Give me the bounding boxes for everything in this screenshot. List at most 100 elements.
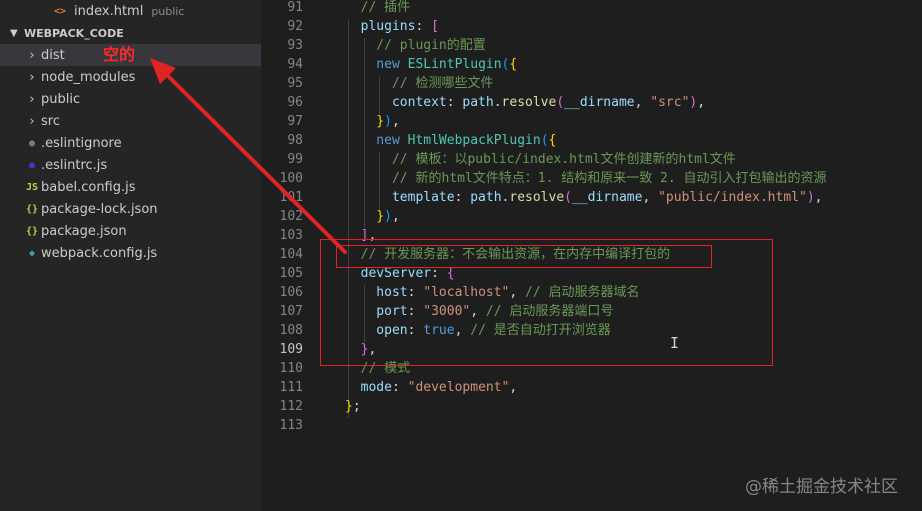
workspace-section-header[interactable]: ▼ WEBPACK_CODE — [0, 23, 261, 43]
folder-item[interactable]: › src — [0, 110, 261, 132]
code-line[interactable]: 94 new ESLintPlugin({ — [261, 55, 922, 74]
code-token: ) — [384, 209, 392, 224]
webpack-icon: ◆ — [28, 247, 36, 259]
code-token: // plugin的配置 — [345, 38, 486, 53]
line-number: 107 — [279, 304, 303, 319]
code-token: : — [454, 190, 471, 205]
js-file-icon: JS — [25, 181, 39, 193]
file-item[interactable]: ● .eslintrc.js — [0, 154, 261, 176]
code-token: , — [634, 95, 651, 110]
code-token: ( — [540, 133, 549, 148]
code-text: // plugin的配置 — [345, 36, 486, 55]
code-text: new HtmlWebpackPlugin({ — [345, 131, 556, 150]
explorer-sidebar: <> index.html public ▼ WEBPACK_CODE › dis… — [0, 0, 261, 511]
code-line[interactable]: 100 // 新的html文件特点：1. 结构和原来一致 2. 自动引入打包输出… — [261, 169, 922, 188]
code-token: [ — [431, 19, 439, 34]
code-text: new ESLintPlugin({ — [345, 55, 517, 74]
code-token: template — [345, 190, 455, 205]
item-label: src — [41, 113, 60, 129]
open-file-index-html[interactable]: <> index.html public — [0, 0, 261, 22]
code-line[interactable]: 112}; — [261, 397, 922, 416]
code-token: ESLintPlugin — [407, 57, 502, 72]
line-number: 102 — [279, 209, 303, 224]
line-number: 95 — [287, 76, 303, 91]
code-token: "development" — [407, 380, 510, 395]
line-number: 101 — [279, 190, 303, 205]
code-token: context — [345, 95, 447, 110]
code-line[interactable]: 91 // 插件 — [261, 0, 922, 17]
eslint-icon: ● — [28, 159, 36, 171]
item-label: package-lock.json — [41, 201, 158, 217]
code-text: // 检测哪些文件 — [345, 74, 494, 93]
code-text: }), — [345, 112, 400, 131]
code-text: }; — [345, 397, 361, 416]
code-token: } — [345, 209, 385, 224]
item-label: webpack.config.js — [41, 245, 158, 261]
eslint-ignore-icon: ● — [28, 137, 36, 149]
code-token: ( — [564, 190, 572, 205]
code-text: // 新的html文件特点：1. 结构和原来一致 2. 自动引入打包输出的资源 — [345, 169, 827, 188]
code-line[interactable]: 102 }), — [261, 207, 922, 226]
file-item[interactable]: {} package.json — [0, 220, 261, 242]
code-line[interactable]: 93 // plugin的配置 — [261, 36, 922, 55]
chevron-right-icon: › — [29, 69, 35, 85]
line-number: 104 — [279, 247, 303, 262]
code-token: , — [697, 95, 706, 110]
file-item[interactable]: {} package-lock.json — [0, 198, 261, 220]
code-line[interactable]: 101 template: path.resolve(__dirname, "p… — [261, 188, 922, 207]
line-number: 111 — [279, 380, 303, 395]
code-token: , — [509, 380, 518, 395]
code-text: template: path.resolve(__dirname, "publi… — [345, 188, 823, 207]
code-line[interactable]: 92 plugins: [ — [261, 17, 922, 36]
code-token: : — [415, 19, 432, 34]
code-token: ; — [352, 399, 361, 414]
line-number: 96 — [287, 95, 303, 110]
code-token: { — [548, 133, 557, 148]
code-token: "public/index.html" — [658, 190, 807, 205]
line-number: 113 — [279, 418, 303, 433]
code-token: , — [391, 114, 400, 129]
code-token: resolve — [509, 190, 565, 205]
chevron-right-icon: › — [29, 47, 35, 63]
comment-highlight-box — [336, 245, 712, 268]
item-label: .eslintrc.js — [41, 157, 108, 173]
code-line[interactable]: 113 — [261, 416, 922, 435]
code-text: plugins: [ — [345, 17, 439, 36]
workspace-title: WEBPACK_CODE — [24, 26, 124, 40]
line-number: 98 — [287, 133, 303, 148]
code-token: // 插件 — [345, 0, 411, 15]
code-line[interactable]: 95 // 检测哪些文件 — [261, 74, 922, 93]
folder-item[interactable]: › node_modules — [0, 66, 261, 88]
line-number: 112 — [279, 399, 303, 414]
code-line[interactable]: 111 mode: "development", — [261, 378, 922, 397]
line-number: 106 — [279, 285, 303, 300]
annotation-label: 空的 — [103, 45, 136, 64]
code-token: , — [814, 190, 823, 205]
code-line[interactable]: 99 // 模板：以public/index.html文件创建新的html文件 — [261, 150, 922, 169]
code-token: resolve — [501, 95, 557, 110]
code-line[interactable]: 97 }), — [261, 112, 922, 131]
code-line[interactable]: 96 context: path.resolve(__dirname, "src… — [261, 93, 922, 112]
code-token: new — [345, 133, 408, 148]
text-cursor-icon: I — [670, 334, 680, 352]
line-number: 105 — [279, 266, 303, 281]
code-token: __dirname — [564, 95, 635, 110]
item-label: public — [41, 91, 81, 107]
folder-item[interactable]: › public — [0, 88, 261, 110]
file-item[interactable]: ◆ webpack.config.js — [0, 242, 261, 264]
code-token: // 新的html文件特点：1. 结构和原来一致 2. 自动引入打包输出的资源 — [345, 171, 827, 186]
code-text: context: path.resolve(__dirname, "src"), — [345, 93, 705, 112]
chevron-down-icon: ▼ — [10, 27, 18, 39]
json-file-icon: {} — [25, 203, 39, 215]
file-item[interactable]: JS babel.config.js — [0, 176, 261, 198]
file-item[interactable]: ● .eslintignore — [0, 132, 261, 154]
line-number: 103 — [279, 228, 303, 243]
line-number: 110 — [279, 361, 303, 376]
code-token: , — [642, 190, 659, 205]
code-token: HtmlWebpackPlugin — [407, 133, 541, 148]
code-token: new — [345, 57, 408, 72]
code-line[interactable]: 98 new HtmlWebpackPlugin({ — [261, 131, 922, 150]
code-token: path — [470, 190, 502, 205]
watermark: @稀土掘金技术社区 — [745, 477, 898, 497]
item-label: babel.config.js — [41, 179, 136, 195]
